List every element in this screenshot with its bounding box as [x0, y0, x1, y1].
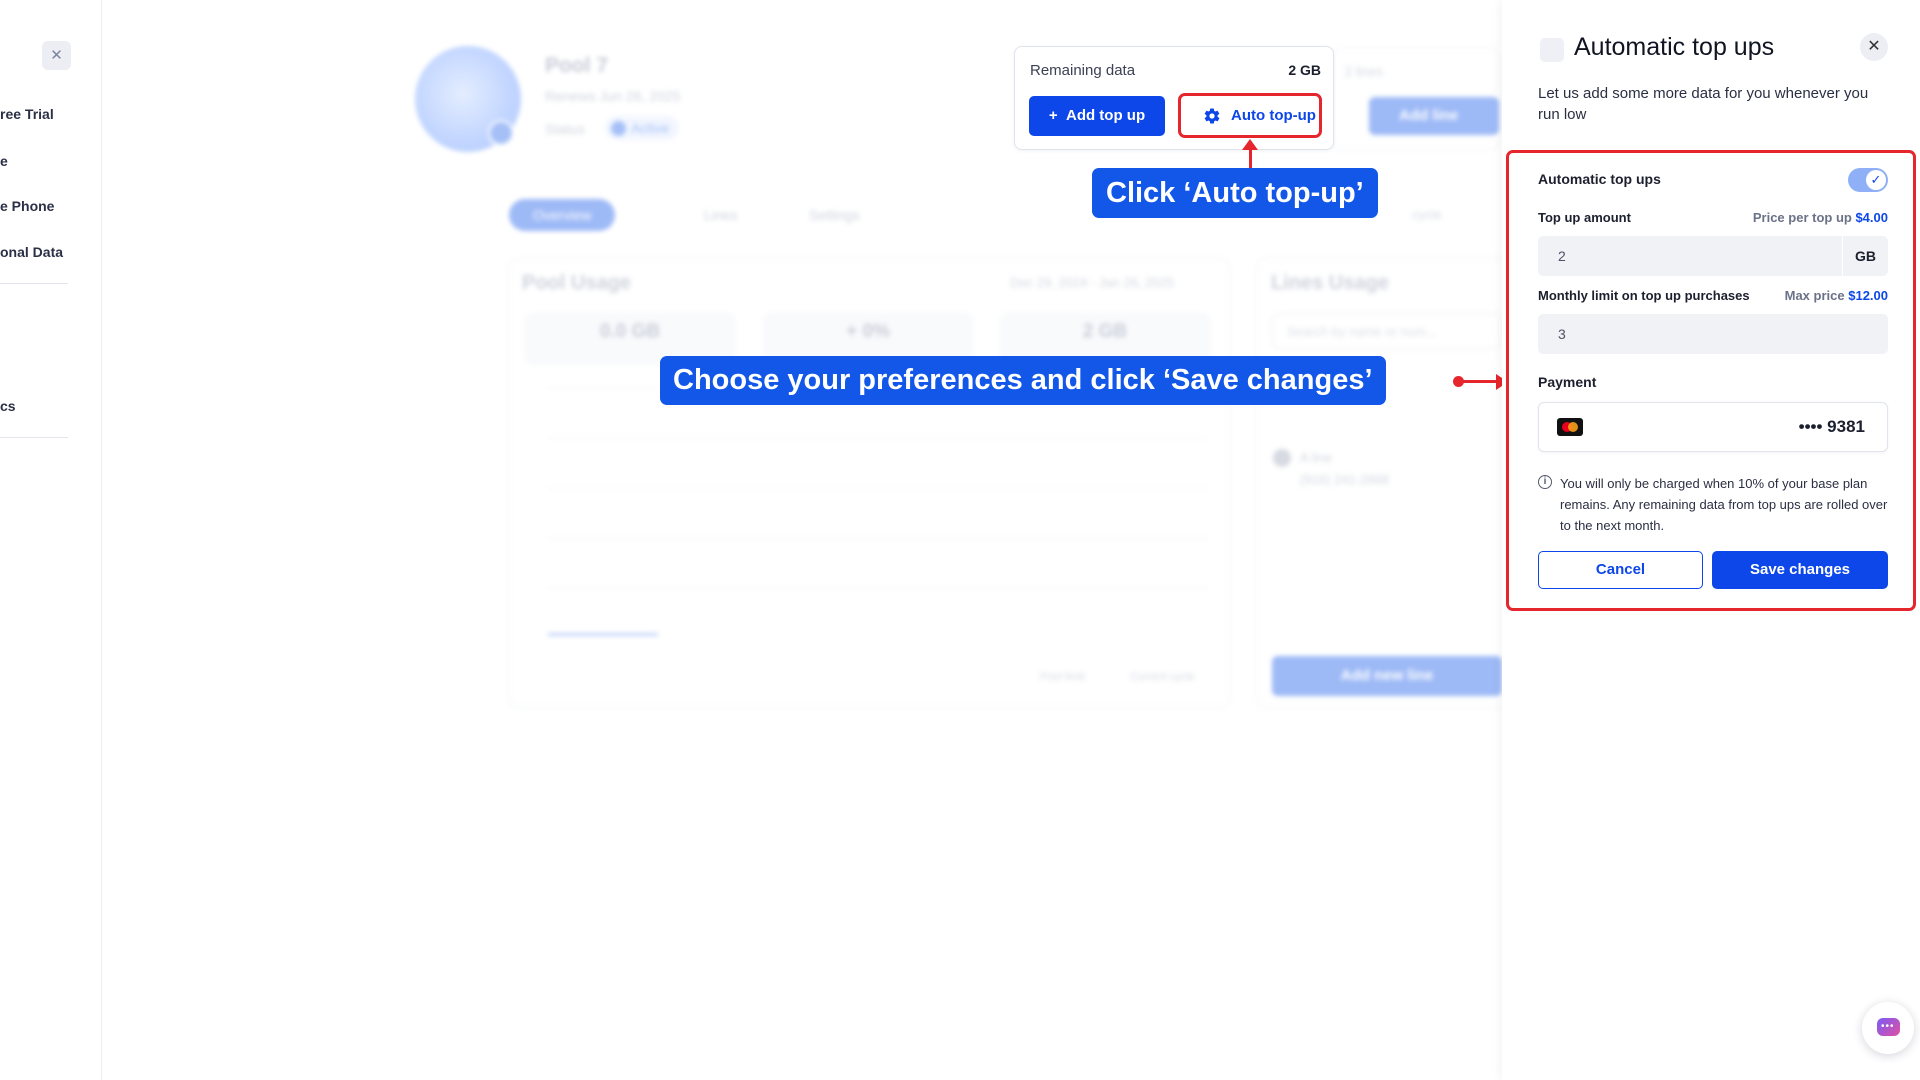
callout-choose-preferences: Choose your preferences and click ‘Save … — [660, 356, 1386, 405]
tab-settings[interactable]: Settings — [785, 199, 884, 231]
chat-icon: ••• — [1877, 1018, 1900, 1036]
chat-button[interactable]: ••• — [1862, 1002, 1914, 1054]
pool-usage-range: Dec 29, 2024 - Jan 26, 2025 — [1010, 275, 1175, 290]
chart-legend-pool-limit: Pool limit — [1040, 671, 1085, 683]
auto-top-up-highlight — [1178, 93, 1322, 138]
cycle-label: cycle — [1412, 207, 1442, 222]
arrow-right-line — [1458, 380, 1498, 383]
preferences-highlight — [1506, 150, 1916, 611]
add-new-line-button[interactable]: Add new line — [1272, 656, 1502, 696]
tab-lines[interactable]: Lines — [680, 199, 761, 231]
panel-title: Automatic top ups — [1574, 33, 1775, 61]
remaining-data-label: Remaining data — [1030, 62, 1136, 79]
chart-legend-current-cycle: Current cycle — [1130, 671, 1195, 683]
line-number: (916) 241-2868 — [1300, 472, 1389, 487]
add-top-up-button[interactable]: + Add top up — [1029, 96, 1165, 136]
wallet-icon — [1540, 38, 1564, 62]
chart-gridline — [548, 588, 1208, 589]
lines-count: 2 lines — [1345, 64, 1383, 79]
callout-click-auto-top-up: Click ‘Auto top-up’ — [1092, 168, 1378, 218]
avatar-edit-icon — [488, 120, 514, 146]
lines-usage-title: Lines Usage — [1271, 272, 1389, 294]
line-name: A line — [1300, 450, 1332, 465]
lines-search-input[interactable]: Search by name or num... — [1272, 313, 1502, 349]
plus-icon: + — [1048, 107, 1066, 124]
pool-usage-title: Pool Usage — [522, 272, 631, 294]
chart-series-line — [548, 633, 658, 636]
remaining-data-value: 2 GB — [1288, 62, 1321, 78]
pool-status-label: Status — [545, 121, 585, 137]
line-avatar — [1273, 449, 1291, 467]
chart-gridline — [548, 538, 1208, 539]
chart-gridline — [548, 488, 1208, 489]
pool-renews: Renews Jun 26, 2025 — [545, 88, 681, 104]
blurred-dashboard: Pool 7 Renews Jun 26, 2025 Status Active… — [0, 0, 1516, 1080]
panel-subtitle: Let us add some more data for you whenev… — [1538, 85, 1869, 123]
add-top-up-label: Add top up — [1065, 107, 1146, 124]
close-icon[interactable]: ✕ — [1860, 33, 1888, 61]
arrow-up-icon — [1242, 139, 1258, 150]
status-badge-text: Active — [631, 120, 670, 136]
pool-name: Pool 7 — [545, 54, 609, 77]
status-badge: Active — [605, 116, 680, 140]
check-icon — [611, 121, 626, 136]
chart-gridline — [548, 438, 1208, 439]
tab-overview[interactable]: Overview — [509, 199, 616, 231]
add-line-button[interactable]: Add line — [1369, 97, 1499, 135]
app-stage: ✕ ree Trial e e Phone onal Data cs Pool … — [0, 0, 1920, 1080]
